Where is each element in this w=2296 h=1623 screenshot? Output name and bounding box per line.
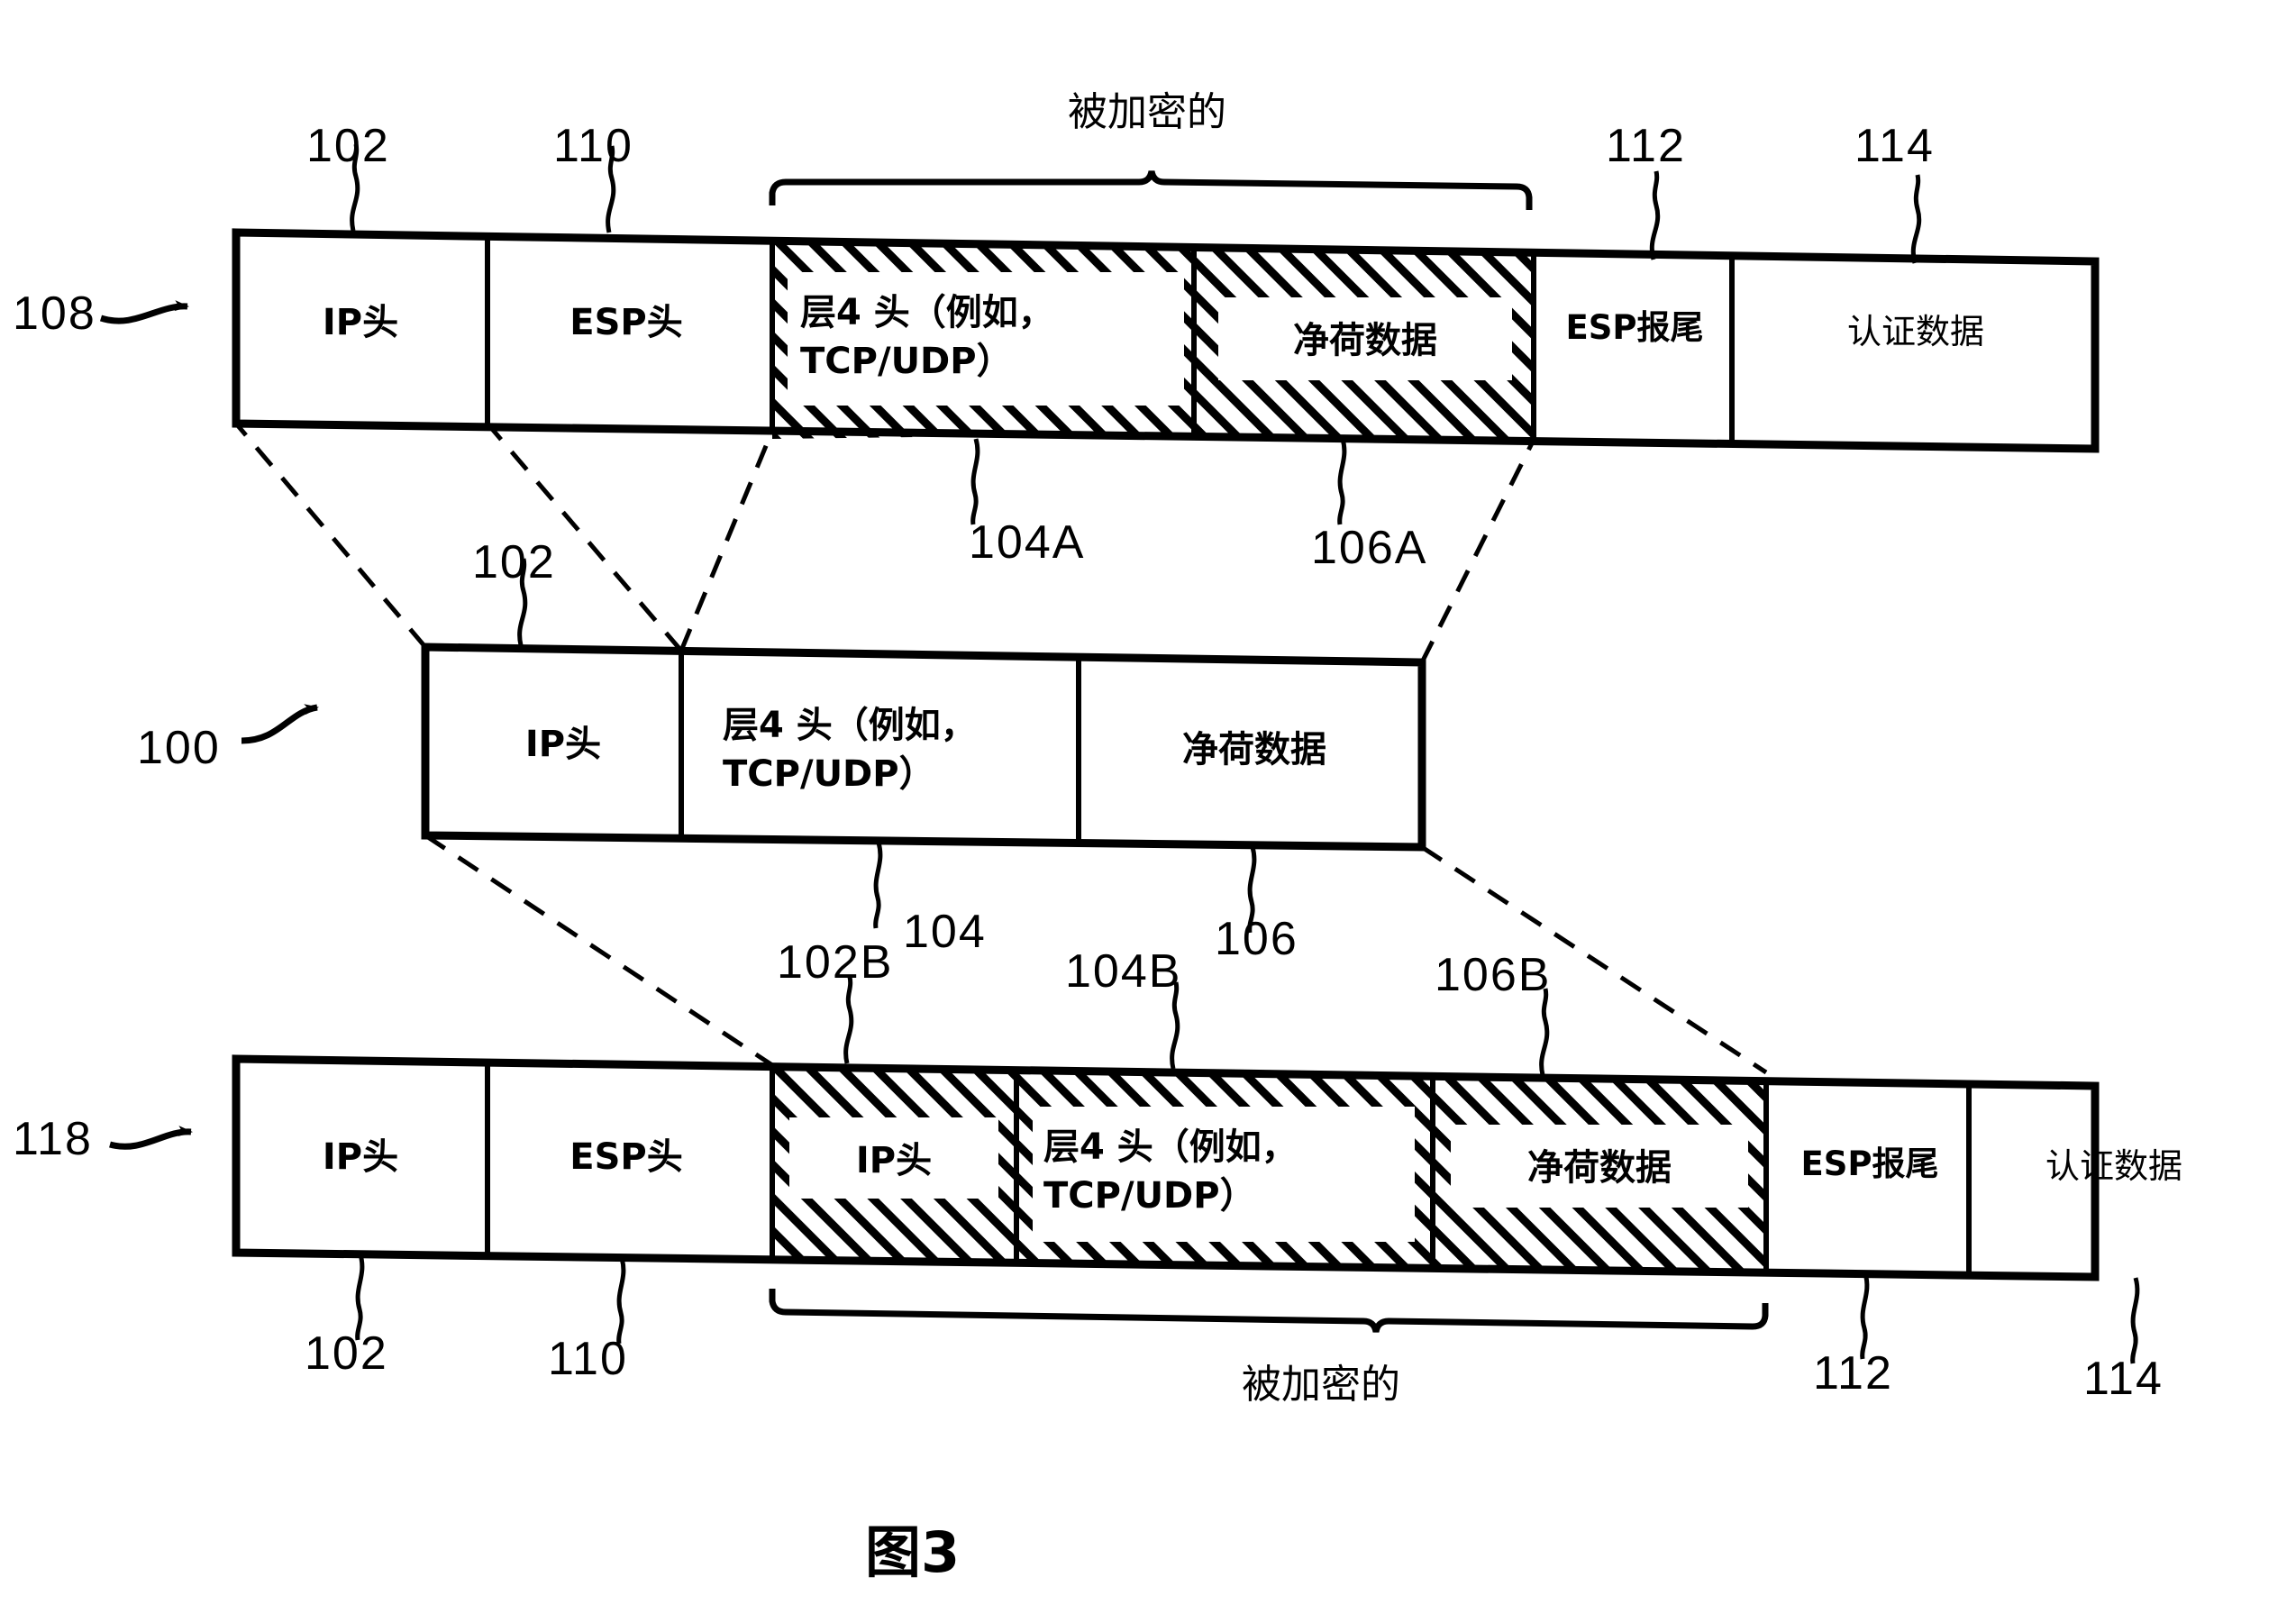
ref-106B: 106B: [1435, 949, 1552, 1001]
figure-caption: 图3: [865, 1519, 961, 1585]
ref-102B: 102B: [777, 936, 894, 989]
encrypted-brace-top: [769, 170, 1533, 210]
ref-102-mid: 102: [472, 536, 556, 588]
ref-112-bottom: 112: [1813, 1347, 1893, 1400]
ref-arrow-108: [99, 300, 189, 324]
ref-114-bottom: 114: [2083, 1353, 2164, 1405]
row-108-leaders-down: [970, 438, 1347, 525]
cell-payload-118: 净荷数据: [1527, 1147, 1672, 1189]
cell-layer4-header-118-line2: TCP/UDP）: [1043, 1175, 1256, 1217]
cell-esp-header-108: ESP头: [569, 302, 683, 343]
ref-110-top: 110: [553, 120, 633, 172]
ref-110-bottom: 110: [548, 1333, 628, 1385]
cell-layer4-header-100: 层4 头（例如， TCP/UDP）: [712, 701, 1072, 798]
ref-arrow-118: [109, 1126, 193, 1150]
ref-104A: 104A: [969, 516, 1086, 569]
ref-106A: 106A: [1311, 522, 1428, 574]
patent-figure-page: 108 102 110 112 114 104A 106A 被加密的 IP头 E…: [0, 0, 2296, 1623]
cell-esp-trailer-118: ESP报尾: [1800, 1144, 1939, 1183]
cell-layer4-header-118-line1: 层4 头（例如，: [1043, 1126, 1298, 1168]
cell-esp-header-118: ESP头: [569, 1136, 683, 1178]
ref-104B: 104B: [1065, 945, 1182, 998]
cell-layer4-header-108-line1: 层4 头（例如，: [800, 292, 1054, 333]
cell-layer4-header-108: 层4 头（例如， TCP/UDP）: [788, 288, 1184, 386]
ref-arrow-100: [241, 704, 319, 744]
ref-100: 100: [137, 722, 221, 774]
cell-inner-ip-header-118: IP头: [855, 1140, 933, 1181]
cell-esp-trailer-108: ESP报尾: [1565, 308, 1704, 347]
cell-ip-header-100: IP头: [524, 724, 602, 765]
ref-112-top: 112: [1606, 120, 1686, 172]
ref-114-top: 114: [1854, 120, 1935, 172]
cell-payload-108: 净荷数据: [1293, 320, 1437, 361]
cell-payload-100: 净荷数据: [1182, 729, 1326, 770]
ref-104-mid: 104: [903, 906, 987, 958]
cell-layer4-header-118: 层4 头（例如， TCP/UDP）: [1033, 1123, 1415, 1220]
cell-auth-data-108: 认证数据: [1846, 312, 1984, 351]
encrypted-label-bottom: 被加密的: [1242, 1362, 1400, 1408]
encrypted-label-top: 被加密的: [1068, 89, 1226, 135]
encrypted-brace-bottom: [769, 1289, 1769, 1333]
cell-layer4-header-100-line2: TCP/UDP）: [723, 753, 935, 795]
cell-ip-header-108: IP头: [322, 302, 399, 343]
ref-102-top: 102: [306, 120, 390, 172]
cell-ip-header-118: IP头: [322, 1136, 399, 1178]
ref-102-bottom: 102: [305, 1327, 388, 1380]
ref-118: 118: [13, 1113, 93, 1165]
ref-106-mid: 106: [1215, 913, 1298, 965]
cell-layer4-header-100-line1: 层4 头（例如，: [723, 705, 977, 746]
cell-layer4-header-108-line2: TCP/UDP）: [800, 341, 1013, 382]
cell-auth-data-118: 认证数据: [2045, 1146, 2182, 1186]
ref-108: 108: [13, 287, 96, 340]
